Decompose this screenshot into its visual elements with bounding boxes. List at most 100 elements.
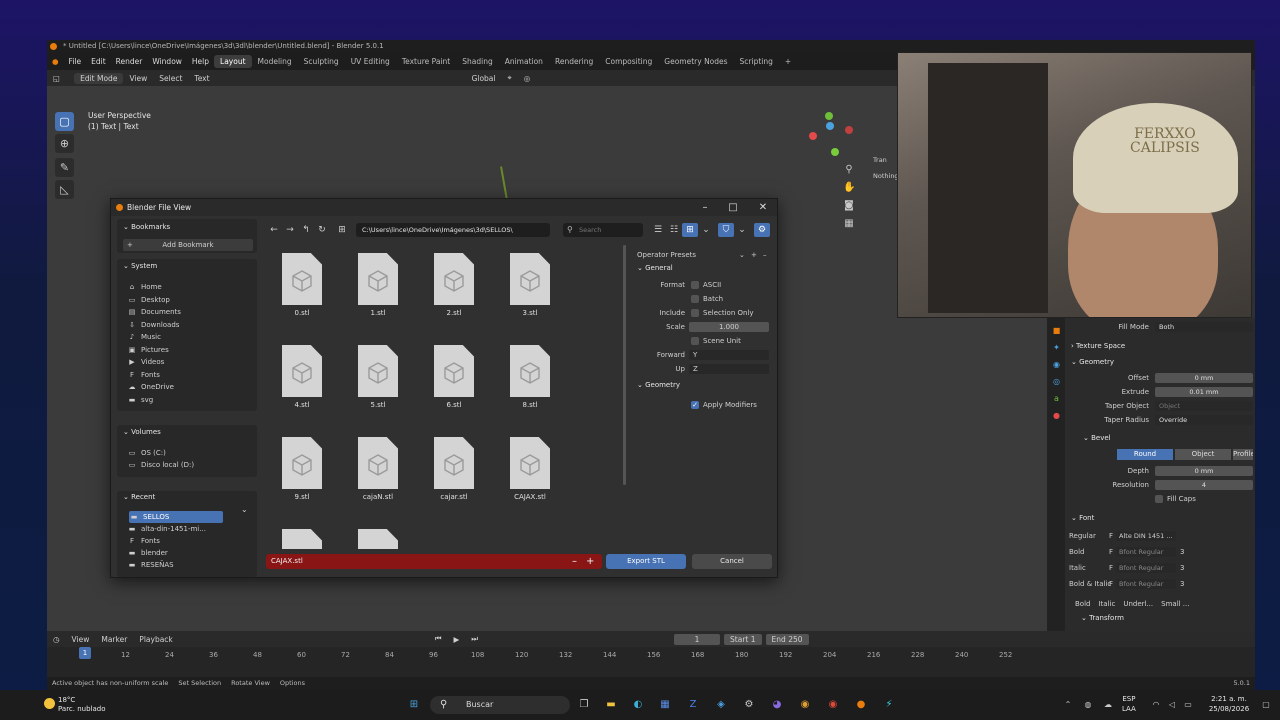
task-view-icon[interactable]: ❐: [576, 697, 592, 713]
resolution-field[interactable]: 4: [1155, 480, 1253, 490]
system-item-onedrive[interactable]: ☁ OneDrive: [127, 381, 174, 393]
gizmo-neg-x-icon[interactable]: [845, 126, 853, 134]
notifications-icon[interactable]: ▢: [1258, 697, 1274, 713]
file-item[interactable]: 8.stl: [498, 339, 558, 421]
annotate-tool-icon[interactable]: ✎: [55, 158, 74, 177]
operator-presets-row[interactable]: Operator Presets ⌄ + –: [631, 249, 775, 261]
view-dropdown-icon[interactable]: ⌄: [698, 223, 714, 237]
font-bold-italic-field[interactable]: Bfont Regular: [1116, 579, 1177, 589]
recent-header[interactable]: ⌄ Recent: [117, 491, 257, 504]
object-props-icon[interactable]: ■: [1052, 326, 1061, 335]
file-explorer-icon[interactable]: ▬: [603, 697, 619, 713]
tab-texture-paint[interactable]: Texture Paint: [396, 57, 456, 66]
store-icon[interactable]: ▦: [657, 697, 673, 713]
jump-start-icon[interactable]: ⏮: [429, 634, 448, 644]
extrude-field[interactable]: 0.01 mm: [1155, 387, 1253, 397]
file-item[interactable]: CAJAX.stl: [498, 431, 558, 513]
add-bookmark-button[interactable]: + Add Bookmark: [123, 239, 253, 251]
offset-field[interactable]: 0 mm: [1155, 373, 1253, 383]
new-folder-icon[interactable]: ⊞: [334, 223, 350, 237]
style-underline-button[interactable]: Underl...: [1119, 600, 1157, 608]
volumes-header[interactable]: ⌄ Volumes: [117, 426, 257, 439]
cancel-button[interactable]: Cancel: [692, 554, 772, 569]
gizmo-y-icon[interactable]: [825, 112, 833, 120]
menu-window[interactable]: Window: [147, 57, 187, 66]
edge-icon[interactable]: ◐: [630, 697, 646, 713]
modifier-icon[interactable]: ✦: [1052, 343, 1061, 352]
parent-dir-icon[interactable]: ↰: [298, 223, 314, 237]
end-frame-field[interactable]: End 250: [765, 633, 809, 645]
system-item-svg[interactable]: ▬ svg: [127, 394, 154, 406]
orientation-dropdown[interactable]: Global: [466, 74, 502, 83]
file-item[interactable]: 4.stl: [270, 339, 330, 421]
scale-field[interactable]: 1.000: [689, 322, 769, 332]
blender-menu-icon[interactable]: ●: [47, 57, 64, 66]
search-input[interactable]: ⚲ Search: [563, 223, 643, 237]
general-header[interactable]: ⌄ General: [637, 264, 673, 272]
detail-view-icon[interactable]: ☷: [666, 223, 682, 237]
file-item[interactable]: 9.stl: [270, 431, 330, 513]
play-icon[interactable]: ▶: [448, 635, 466, 644]
volume-icon[interactable]: ◁: [1164, 697, 1180, 713]
playhead[interactable]: 1: [79, 647, 91, 659]
tray-cloud-icon[interactable]: ☁: [1100, 697, 1116, 713]
menu-view[interactable]: View: [123, 74, 153, 83]
increment-icon[interactable]: +: [586, 554, 594, 569]
timeline-marker-menu[interactable]: Marker: [95, 635, 133, 644]
tab-layout[interactable]: Layout: [214, 55, 252, 68]
gizmo-z-icon[interactable]: [826, 122, 834, 130]
battery-icon[interactable]: ▭: [1180, 697, 1196, 713]
snap-icon[interactable]: ⌖: [502, 73, 518, 83]
font-italic-field[interactable]: Bfont Regular: [1116, 563, 1177, 573]
selection-only-checkbox[interactable]: [691, 309, 699, 317]
grid-icon[interactable]: ▦: [843, 218, 855, 230]
apply-modifiers-checkbox[interactable]: ✓: [691, 401, 699, 409]
depth-field[interactable]: 0 mm: [1155, 466, 1253, 476]
data-props-icon[interactable]: a: [1052, 394, 1061, 403]
path-field[interactable]: C:\Users\lince\OneDrive\Imágenes\3d\SELL…: [356, 223, 550, 237]
geometry-header[interactable]: ⌄ Geometry: [1071, 358, 1114, 366]
presets-dropdown-icon[interactable]: ⌄: [739, 249, 745, 261]
file-item[interactable]: [346, 523, 406, 549]
recent-expand-icon[interactable]: ⌄: [241, 505, 248, 514]
tab-scripting[interactable]: Scripting: [734, 57, 779, 66]
timeline-scrubber[interactable]: 1 12 24 36 48 60 72 84 96 108 120 132 14…: [47, 647, 1255, 677]
taper-object-field[interactable]: Object: [1155, 401, 1253, 411]
tab-uv-editing[interactable]: UV Editing: [345, 57, 396, 66]
system-item-music[interactable]: ♪ Music: [127, 331, 161, 343]
cursor-tool-icon[interactable]: ⊕: [55, 134, 74, 153]
measure-tool-icon[interactable]: ◺: [55, 180, 74, 199]
maximize-icon[interactable]: □: [723, 199, 743, 216]
texture-space-header[interactable]: › Texture Space: [1071, 342, 1125, 350]
tray-app-icon[interactable]: ◍: [1080, 697, 1096, 713]
up-dropdown[interactable]: Z: [689, 364, 769, 374]
pan-hand-icon[interactable]: ✋: [843, 182, 855, 194]
clock[interactable]: 2:21 a. m. 25/08/2026: [1204, 694, 1254, 714]
chrome-icon-2[interactable]: ◉: [825, 697, 841, 713]
filter-icon[interactable]: ⛉: [718, 223, 734, 237]
bookmarks-header[interactable]: ⌄ Bookmarks: [117, 221, 257, 234]
file-grid-scrollbar[interactable]: [623, 245, 626, 485]
forward-icon[interactable]: →: [282, 223, 298, 237]
close-icon[interactable]: ✕: [753, 199, 773, 216]
blender-taskbar-icon[interactable]: ●: [853, 697, 869, 713]
tab-rendering[interactable]: Rendering: [549, 57, 599, 66]
tab-shading[interactable]: Shading: [456, 57, 498, 66]
zoom-icon[interactable]: ⚲: [843, 164, 855, 176]
filename-field[interactable]: CAJAX.stl – +: [266, 554, 602, 569]
app-icon-3[interactable]: ⚡: [881, 697, 897, 713]
export-stl-button[interactable]: Export STL: [606, 554, 686, 569]
font-bold-field[interactable]: Bfont Regular: [1116, 547, 1177, 557]
timeline-editor-icon[interactable]: ◷: [47, 635, 66, 644]
fill-caps-checkbox[interactable]: [1155, 495, 1163, 503]
gizmo-x-icon[interactable]: [809, 132, 817, 140]
jump-end-icon[interactable]: ⏭: [465, 634, 484, 644]
menu-render[interactable]: Render: [111, 57, 148, 66]
decrement-icon[interactable]: –: [572, 554, 577, 569]
app-icon[interactable]: Z: [685, 697, 701, 713]
ascii-checkbox[interactable]: [691, 281, 699, 289]
recent-item-blender[interactable]: ▬ blender: [127, 547, 168, 559]
taskbar-search[interactable]: ⚲ Buscar: [430, 696, 570, 714]
settings-gear-icon[interactable]: ⚙: [754, 223, 770, 237]
windows-start-icon[interactable]: ⊞: [406, 697, 422, 713]
